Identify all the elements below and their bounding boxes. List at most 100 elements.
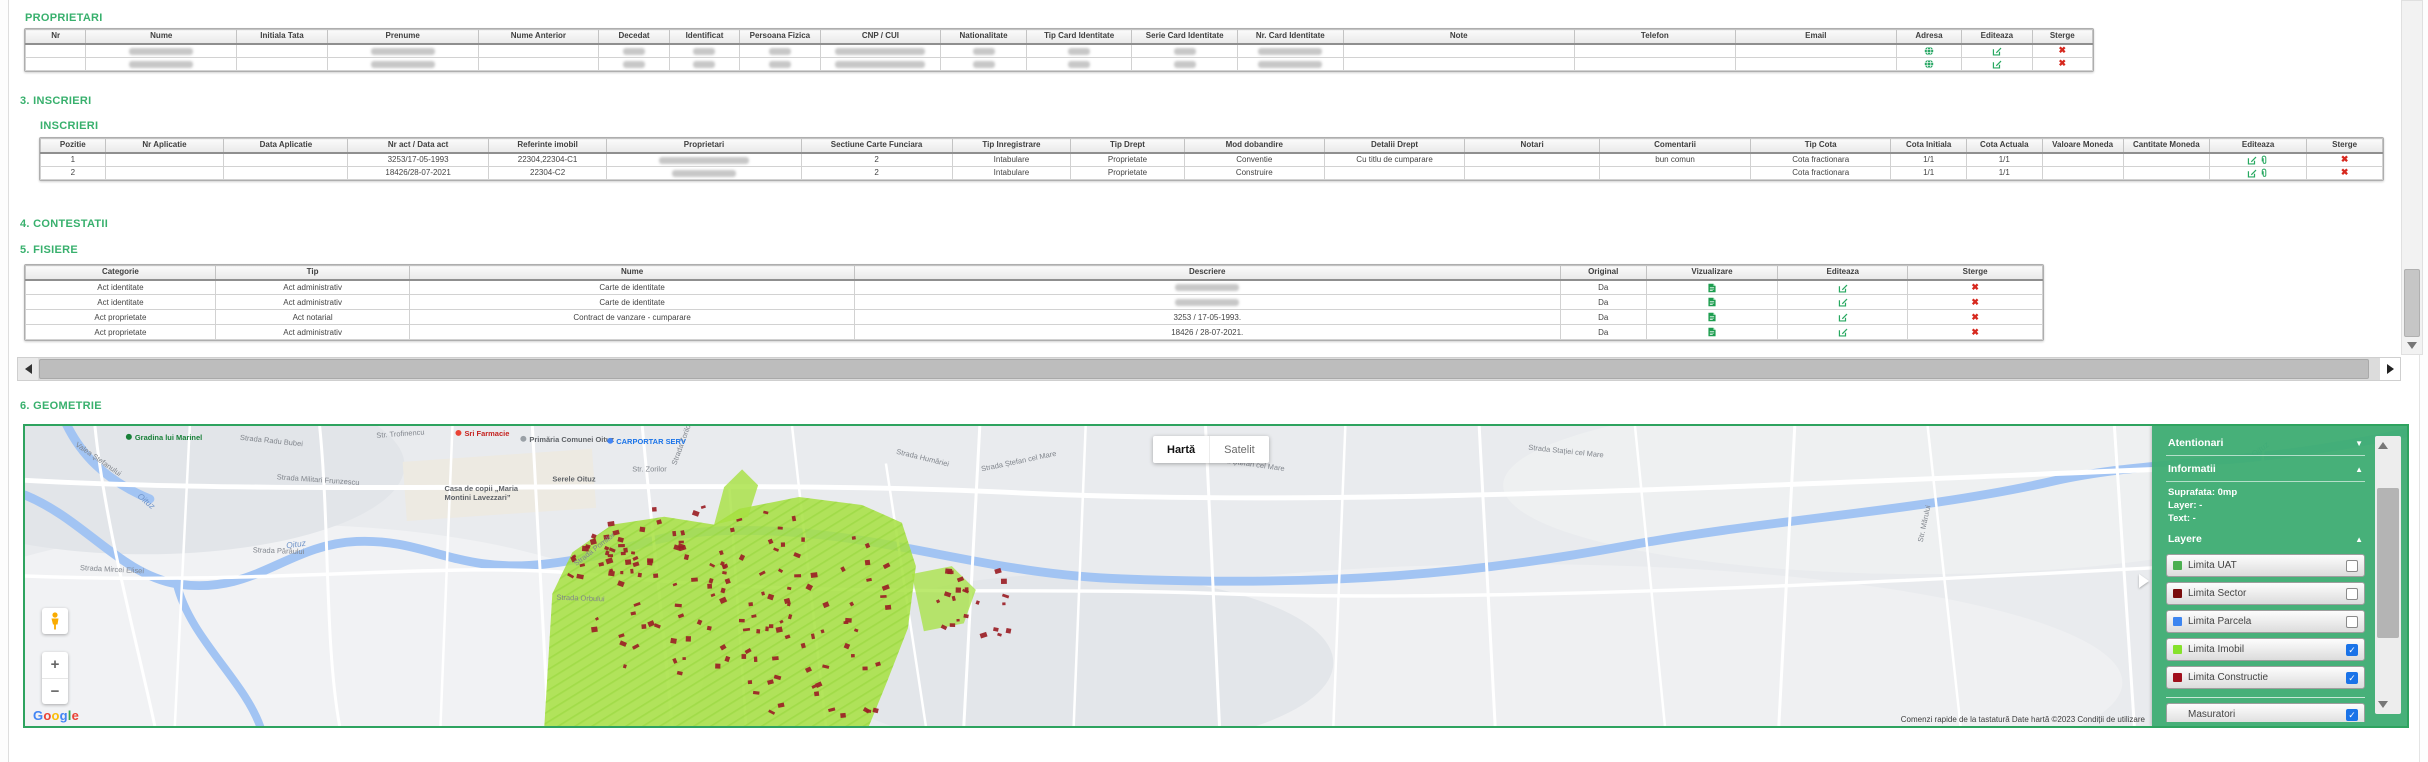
panel-section-informatii[interactable]: Informatii ▲ xyxy=(2166,458,2365,479)
layer-toggle-limita-sector[interactable]: Limita Sector xyxy=(2166,582,2365,605)
poi-label[interactable]: Casa de copii „MariaMontini Lavezzari” xyxy=(444,484,518,502)
layer-checkbox[interactable]: ✓ xyxy=(2346,644,2358,656)
panel-scrollbar[interactable] xyxy=(2375,436,2401,714)
edit-icon[interactable] xyxy=(2247,168,2257,178)
column-header[interactable]: Proprietari xyxy=(607,139,801,153)
satellite-view-button[interactable]: Satelit xyxy=(1209,436,1269,463)
column-header[interactable]: Original xyxy=(1560,266,1646,280)
column-header[interactable]: Notari xyxy=(1465,139,1600,153)
horizontal-scrollbar[interactable] xyxy=(17,357,2401,381)
column-header[interactable]: Nume xyxy=(410,266,854,280)
column-header[interactable]: Nr. Card Identitate xyxy=(1238,30,1344,44)
column-header[interactable]: Cota Actuala xyxy=(1966,139,2042,153)
column-header[interactable]: Nationalitate xyxy=(941,30,1027,44)
arrow-down-icon[interactable] xyxy=(2378,701,2388,708)
column-header[interactable]: Decedat xyxy=(599,30,669,44)
column-header[interactable]: Referinte imobil xyxy=(488,139,607,153)
column-header[interactable]: Categorie xyxy=(26,266,216,280)
delete-icon[interactable]: ✖ xyxy=(2341,154,2349,164)
column-header[interactable]: Valoare Moneda xyxy=(2042,139,2123,153)
column-header[interactable]: Editeaza xyxy=(1778,266,1908,280)
poi-label[interactable]: CARPORTAR SERV xyxy=(616,437,686,446)
layer-checkbox[interactable] xyxy=(2346,616,2358,628)
document-icon[interactable] xyxy=(1707,327,1717,337)
table-row[interactable]: ✖ xyxy=(26,57,2093,70)
horizontal-scrollbar-thumb[interactable] xyxy=(39,359,2369,379)
layer-checkbox[interactable] xyxy=(2346,588,2358,600)
scroll-down-button[interactable] xyxy=(2402,337,2422,354)
column-header[interactable]: Descriere xyxy=(854,266,1560,280)
table-row[interactable]: Act proprietateAct notarialContract de v… xyxy=(26,310,2043,325)
column-header[interactable]: Mod dobandire xyxy=(1184,139,1324,153)
scroll-left-button[interactable] xyxy=(18,358,38,380)
poi-label[interactable]: Sri Farmacie xyxy=(464,429,509,438)
column-header[interactable]: Sterge xyxy=(2032,30,2092,44)
poi-label[interactable]: Primăria Comunei Oituz xyxy=(529,435,614,444)
column-header[interactable]: Detalii Drept xyxy=(1324,139,1464,153)
delete-icon[interactable]: ✖ xyxy=(2341,167,2349,177)
panel-scrollbar-thumb[interactable] xyxy=(2377,488,2399,638)
column-header[interactable]: Tip Cota xyxy=(1751,139,1891,153)
attachment-icon[interactable] xyxy=(2259,155,2269,165)
poi-label[interactable]: Gradina lui Marinel xyxy=(135,433,202,442)
panel-section-atentionari[interactable]: Atentionari ▼ xyxy=(2166,432,2365,453)
column-header[interactable]: Persoana Fizica xyxy=(740,30,820,44)
column-header[interactable]: Sectiune Carte Funciara xyxy=(801,139,952,153)
vertical-scrollbar[interactable] xyxy=(2401,0,2423,355)
column-header[interactable]: Sterge xyxy=(2307,139,2383,153)
edit-icon[interactable] xyxy=(1992,46,2002,56)
edit-icon[interactable] xyxy=(1992,59,2002,69)
column-header[interactable]: Editeaza xyxy=(1962,30,2032,44)
vertical-scrollbar-thumb[interactable] xyxy=(2404,269,2420,337)
column-header[interactable]: Data Aplicatie xyxy=(224,139,348,153)
zoom-out-button[interactable]: − xyxy=(42,679,68,705)
edit-icon[interactable] xyxy=(1838,297,1848,307)
column-header[interactable]: Note xyxy=(1343,30,1574,44)
column-header[interactable]: Nume Anterior xyxy=(478,30,599,44)
globe-icon[interactable] xyxy=(1924,46,1934,56)
map-view-button[interactable]: Hartă xyxy=(1153,436,1209,463)
panel-section-layere[interactable]: Layere ▲ xyxy=(2166,528,2365,549)
column-header[interactable]: Adresa xyxy=(1896,30,1961,44)
column-header[interactable]: Nr xyxy=(26,30,86,44)
poi-icon[interactable] xyxy=(455,430,461,436)
zoom-in-button[interactable]: + xyxy=(42,652,68,679)
delete-icon[interactable]: ✖ xyxy=(1971,312,1979,322)
column-header[interactable]: Tip Card Identitate xyxy=(1026,30,1132,44)
delete-icon[interactable]: ✖ xyxy=(1971,297,1979,307)
scroll-right-button[interactable] xyxy=(2380,358,2400,380)
poi-icon[interactable] xyxy=(126,434,132,440)
column-header[interactable]: Cota Initiala xyxy=(1891,139,1967,153)
layer-checkbox[interactable]: ✓ xyxy=(2346,672,2358,684)
arrow-up-icon[interactable] xyxy=(2378,442,2388,449)
document-icon[interactable] xyxy=(1707,297,1717,307)
column-header[interactable]: Comentarii xyxy=(1600,139,1751,153)
document-icon[interactable] xyxy=(1707,312,1717,322)
column-header[interactable]: Tip Inregistrare xyxy=(952,139,1071,153)
column-header[interactable]: Pozitie xyxy=(41,139,106,153)
column-header[interactable]: Telefon xyxy=(1574,30,1735,44)
delete-icon[interactable]: ✖ xyxy=(1971,282,1979,292)
layer-toggle-masuratori[interactable]: Masuratori✓ xyxy=(2166,703,2365,722)
column-header[interactable]: Prenume xyxy=(327,30,478,44)
column-header[interactable]: Nume xyxy=(86,30,237,44)
layer-toggle-limita-imobil[interactable]: Limita Imobil✓ xyxy=(2166,638,2365,661)
map-canvas[interactable]: Valea ȘtefanuluiStrada Radu BubeiStr. Tr… xyxy=(23,424,2409,728)
layer-checkbox[interactable]: ✓ xyxy=(2346,709,2358,721)
table-row[interactable]: ✖ xyxy=(26,44,2093,58)
table-row[interactable]: Act identitateAct administrativCarte de … xyxy=(26,280,2043,295)
column-header[interactable]: Serie Card Identitate xyxy=(1132,30,1238,44)
edit-icon[interactable] xyxy=(2247,155,2257,165)
column-header[interactable]: Tip Drept xyxy=(1071,139,1184,153)
layer-checkbox[interactable] xyxy=(2346,560,2358,572)
column-header[interactable]: Identificat xyxy=(669,30,739,44)
column-header[interactable]: Email xyxy=(1735,30,1896,44)
column-header[interactable]: CNP / CUI xyxy=(820,30,941,44)
globe-icon[interactable] xyxy=(1924,59,1934,69)
layer-toggle-limita-constructie[interactable]: Limita Constructie✓ xyxy=(2166,666,2365,689)
poi-label[interactable]: Serele Oituz xyxy=(552,474,596,483)
delete-icon[interactable]: ✖ xyxy=(2059,58,2067,68)
column-header[interactable]: Initiala Tata xyxy=(237,30,328,44)
poi-icon[interactable] xyxy=(607,438,613,444)
poi-icon[interactable] xyxy=(520,436,526,442)
